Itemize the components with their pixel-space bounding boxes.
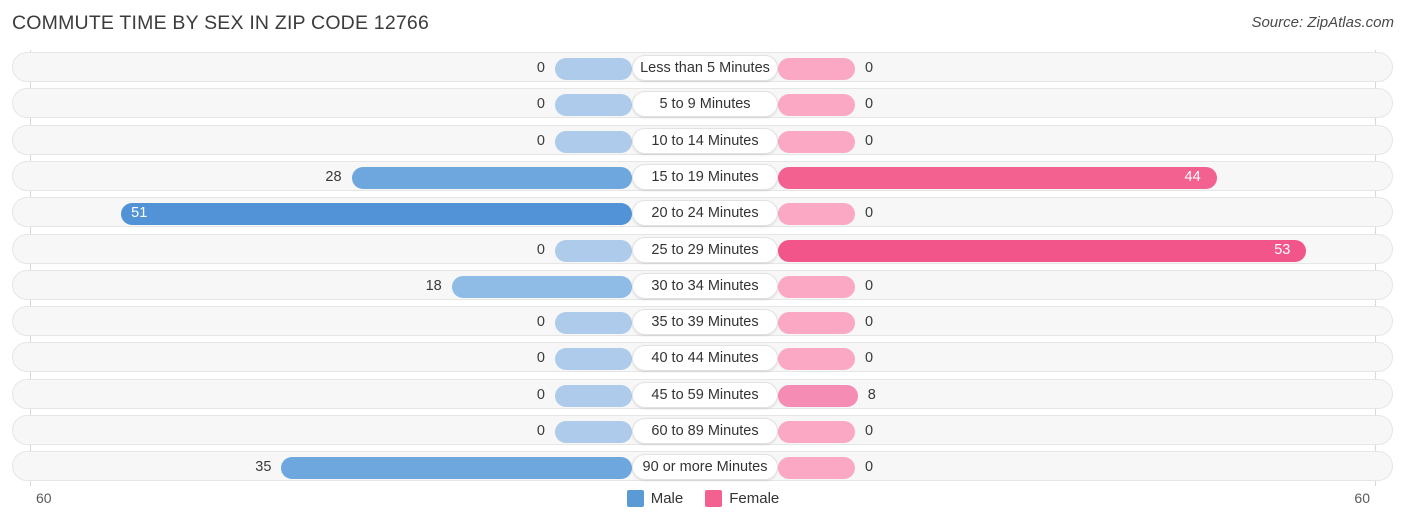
chart-row[interactable]: 0 0 35 to 39 Minutes — [12, 306, 1393, 337]
category-label: 40 to 44 Minutes — [651, 350, 759, 367]
legend-label-male: Male — [650, 490, 684, 507]
chart-row[interactable]: 51 0 20 to 24 Minutes — [12, 197, 1393, 228]
value-label-female: 0 — [865, 277, 874, 294]
bar-female[interactable] — [778, 130, 855, 153]
bar-female[interactable] — [778, 312, 855, 335]
category-label: 10 to 14 Minutes — [651, 132, 759, 149]
chart-row[interactable]: 0 53 25 to 29 Minutes — [12, 233, 1393, 264]
category-label-pill[interactable]: 15 to 19 Minutes — [632, 163, 778, 190]
value-label-female: 44 — [1184, 168, 1201, 185]
category-label-pill[interactable]: 45 to 59 Minutes — [632, 381, 778, 408]
category-label: 35 to 39 Minutes — [651, 314, 759, 331]
chart-header: COMMUTE TIME BY SEX IN ZIP CODE 12766 So… — [0, 0, 1406, 46]
chart-row[interactable]: 28 44 15 to 19 Minutes — [12, 160, 1393, 191]
chart-footer: 60 60 Male Female — [0, 486, 1406, 523]
legend-item-female[interactable]: Female — [705, 490, 779, 507]
category-label: 5 to 9 Minutes — [659, 96, 751, 113]
category-label-pill[interactable]: 60 to 89 Minutes — [632, 418, 778, 444]
bar-female[interactable] — [778, 421, 855, 443]
chart-row[interactable]: 0 0 40 to 44 Minutes — [12, 342, 1393, 373]
page-title: COMMUTE TIME BY SEX IN ZIP CODE 12766 — [12, 12, 430, 34]
bar-female[interactable] — [778, 166, 1217, 189]
value-label-male: 0 — [536, 241, 545, 258]
chart-row[interactable]: 35 0 90 or more Minutes — [12, 451, 1393, 482]
bar-male[interactable] — [555, 94, 632, 117]
value-label-male: 28 — [325, 168, 342, 185]
legend-label-female: Female — [729, 490, 780, 507]
bar-male[interactable] — [555, 130, 632, 153]
value-label-female: 53 — [1274, 241, 1291, 258]
value-label-female: 0 — [865, 459, 874, 476]
bar-female[interactable] — [778, 348, 855, 371]
value-label-female: 0 — [865, 205, 874, 222]
bar-male[interactable] — [451, 275, 632, 298]
category-label-pill[interactable]: Less than 5 Minutes — [632, 55, 778, 81]
bar-male[interactable] — [351, 166, 632, 189]
category-label-pill[interactable]: 10 to 14 Minutes — [632, 127, 778, 154]
category-label-pill[interactable]: 25 to 29 Minutes — [632, 236, 778, 263]
bar-male[interactable] — [555, 421, 632, 443]
legend-swatch-female-icon — [705, 490, 723, 507]
bar-male[interactable] — [555, 348, 632, 371]
bar-female[interactable] — [778, 384, 858, 407]
legend-swatch-male-icon — [626, 490, 644, 507]
bar-male[interactable] — [555, 239, 632, 262]
commute-time-chart: COMMUTE TIME BY SEX IN ZIP CODE 12766 So… — [0, 0, 1406, 523]
category-label: 90 or more Minutes — [642, 459, 768, 476]
legend-item-male[interactable]: Male — [626, 490, 684, 507]
bar-female[interactable] — [778, 94, 855, 117]
chart-row[interactable]: 18 0 30 to 34 Minutes — [12, 269, 1393, 300]
plot-area: 0 0 Less than 5 Minutes 0 0 5 to 9 Minutes 0 0 1… — [0, 50, 1406, 488]
chart-row[interactable]: 0 0 5 to 9 Minutes — [12, 88, 1393, 119]
category-label-pill[interactable]: 90 or more Minutes — [632, 454, 778, 481]
chart-row[interactable]: 0 0 10 to 14 Minutes — [12, 124, 1393, 155]
bar-male[interactable] — [555, 312, 632, 335]
bar-female[interactable] — [778, 275, 855, 298]
value-label-female: 0 — [865, 96, 874, 113]
value-label-male: 0 — [536, 314, 545, 331]
value-label-female: 0 — [865, 314, 874, 331]
value-label-female: 0 — [865, 60, 874, 76]
category-label: 30 to 34 Minutes — [651, 277, 759, 294]
value-label-male: 0 — [536, 386, 545, 403]
value-label-male: 35 — [255, 459, 272, 476]
value-label-female: 8 — [867, 386, 876, 403]
value-label-male: 51 — [131, 205, 148, 222]
category-label: Less than 5 Minutes — [640, 60, 770, 76]
value-label-male: 0 — [536, 96, 545, 113]
category-label-pill[interactable]: 5 to 9 Minutes — [632, 91, 778, 118]
category-label: 60 to 89 Minutes — [651, 423, 759, 439]
value-label-male: 18 — [425, 277, 442, 294]
category-label: 15 to 19 Minutes — [651, 168, 759, 185]
bar-male[interactable] — [121, 203, 632, 226]
value-label-female: 0 — [865, 132, 874, 149]
category-label-pill[interactable]: 20 to 24 Minutes — [632, 200, 778, 227]
chart-row[interactable]: 0 8 45 to 59 Minutes — [12, 378, 1393, 409]
value-label-female: 0 — [865, 423, 874, 439]
value-label-male: 0 — [536, 60, 545, 76]
chart-row[interactable]: 0 0 Less than 5 Minutes — [12, 52, 1393, 82]
bar-male[interactable] — [281, 457, 632, 480]
bar-female[interactable] — [778, 58, 855, 80]
bar-female[interactable] — [778, 203, 855, 226]
value-label-male: 0 — [536, 350, 545, 367]
category-label: 25 to 29 Minutes — [651, 241, 759, 258]
source-attribution: Source: ZipAtlas.com — [1251, 14, 1394, 31]
category-label-pill[interactable]: 30 to 34 Minutes — [632, 272, 778, 299]
category-label-pill[interactable]: 40 to 44 Minutes — [632, 345, 778, 372]
category-label: 20 to 24 Minutes — [651, 205, 759, 222]
bar-male[interactable] — [555, 384, 632, 407]
chart-legend: Male Female — [0, 490, 1406, 507]
category-label-pill[interactable]: 35 to 39 Minutes — [632, 309, 778, 336]
category-label: 45 to 59 Minutes — [651, 386, 759, 403]
bar-female[interactable] — [778, 239, 1307, 262]
value-label-male: 0 — [536, 423, 545, 439]
bar-female[interactable] — [778, 457, 855, 480]
chart-row[interactable]: 0 0 60 to 89 Minutes — [12, 415, 1393, 445]
value-label-female: 0 — [865, 350, 874, 367]
bar-male[interactable] — [555, 58, 632, 80]
value-label-male: 0 — [536, 132, 545, 149]
